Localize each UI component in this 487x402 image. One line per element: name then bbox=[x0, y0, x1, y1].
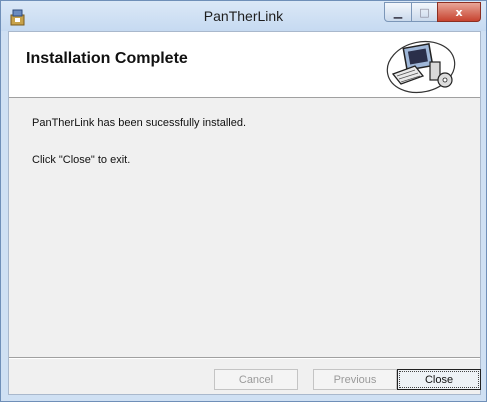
page-title: Installation Complete bbox=[26, 50, 188, 67]
close-button-label: Close bbox=[424, 373, 454, 386]
exit-instruction: Click "Close" to exit. bbox=[32, 154, 131, 166]
previous-button[interactable]: Previous bbox=[313, 369, 397, 390]
title-bar[interactable]: PanTherLink ▁ □ x bbox=[1, 1, 486, 31]
close-icon: x bbox=[455, 5, 463, 19]
cancel-button-label: Cancel bbox=[238, 373, 274, 386]
window-close-button[interactable]: x bbox=[437, 2, 481, 22]
header-banner: Installation Complete bbox=[9, 32, 480, 98]
close-button[interactable]: Close bbox=[397, 369, 481, 390]
minimize-icon: ▁ bbox=[393, 5, 403, 19]
install-success-message: PanTherLink has been sucessfully install… bbox=[32, 117, 247, 129]
maximize-icon: □ bbox=[419, 5, 430, 19]
maximize-button[interactable]: □ bbox=[411, 2, 438, 22]
footer-divider bbox=[9, 357, 480, 359]
computer-setup-icon bbox=[386, 40, 456, 94]
previous-button-label: Previous bbox=[333, 373, 377, 386]
cancel-button[interactable]: Cancel bbox=[214, 369, 298, 390]
dialog-content: Installation Complete PanTherLink has be… bbox=[8, 31, 481, 395]
minimize-button[interactable]: ▁ bbox=[384, 2, 412, 22]
installer-window: PanTherLink ▁ □ x Installation Complete bbox=[0, 0, 487, 402]
